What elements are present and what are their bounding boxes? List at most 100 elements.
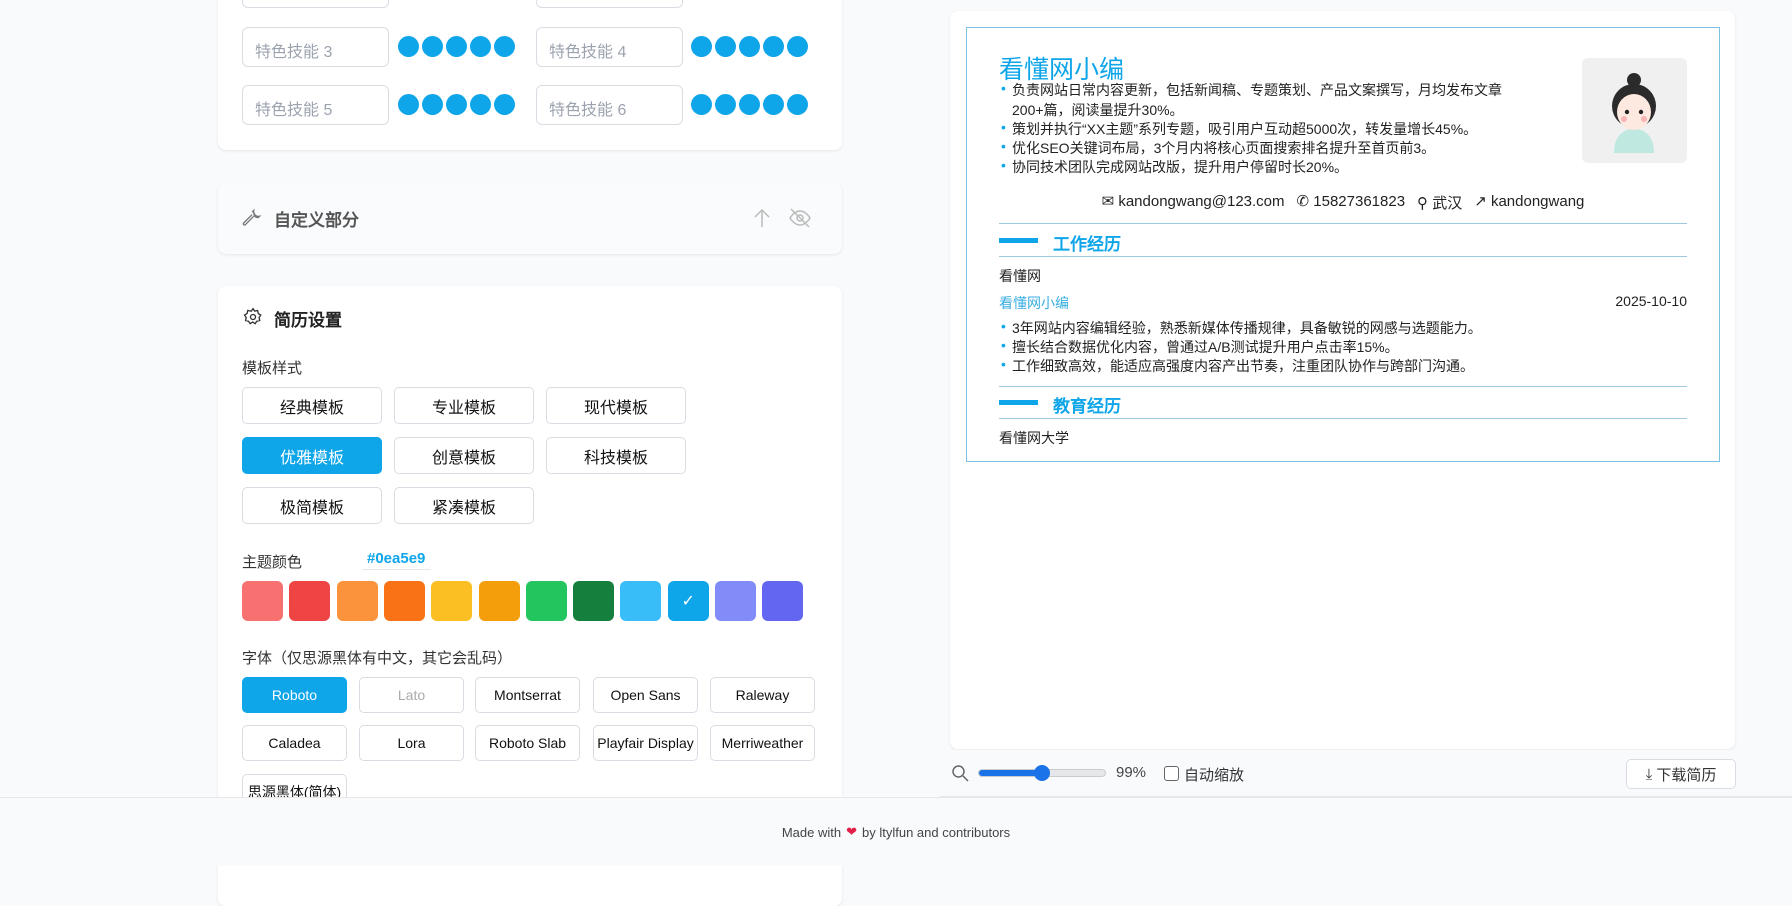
- email-text: kandongwang@123.com: [1118, 193, 1285, 210]
- template-creative[interactable]: 创意模板: [394, 437, 534, 474]
- zoom-slider[interactable]: [978, 765, 1106, 781]
- color-swatch[interactable]: [573, 581, 615, 621]
- divider: [999, 256, 1687, 257]
- heart-icon: ❤: [846, 824, 857, 839]
- template-tech[interactable]: 科技模板: [546, 437, 686, 474]
- color-swatch[interactable]: [525, 581, 567, 621]
- avatar-illustration: [1612, 73, 1656, 153]
- font-playfair-display[interactable]: Playfair Display: [593, 725, 698, 761]
- skill-input-5[interactable]: 特色技能 5: [242, 85, 389, 125]
- template-modern[interactable]: 现代模板: [546, 387, 686, 424]
- contact-location: ⚲ 武汉: [1417, 192, 1462, 213]
- download-label: 下载简历: [1656, 766, 1717, 784]
- summary-item-cont: 200+篇，阅读量提升30%。: [1012, 102, 1184, 118]
- work-section-title: 工作经历: [1053, 235, 1121, 254]
- summary-item: 负责网站日常内容更新，包括新闻稿、专题策划、产品文案撰写，月均发布文章: [1001, 80, 1502, 100]
- work-position: 看懂网小编: [999, 295, 1069, 311]
- mail-icon: ✉: [1101, 193, 1115, 210]
- font-lato[interactable]: Lato: [359, 677, 464, 713]
- section-bar: [999, 400, 1038, 405]
- education-section-title: 教育经历: [1053, 397, 1121, 416]
- skill-rating-5[interactable]: [398, 94, 515, 115]
- phone-icon: ✆: [1296, 193, 1310, 210]
- font-lora[interactable]: Lora: [359, 725, 464, 761]
- skills-card: 特色技能 3 特色技能 4 特色技能 5 特色技能 6: [218, 0, 842, 150]
- auto-zoom-checkbox[interactable]: [1164, 766, 1179, 781]
- zoom-value: 99%: [1116, 764, 1147, 781]
- work-bullet: 3年网站内容编辑经验，熟悉新媒体传播规律，具备敏锐的网感与选题能力。: [1001, 318, 1482, 338]
- zoom-icon: [952, 765, 969, 782]
- contact-email: ✉ kandongwang@123.com: [1102, 192, 1285, 213]
- phone-text: 15827361823: [1313, 193, 1406, 210]
- zoom-slider-thumb[interactable]: [1033, 765, 1050, 781]
- skill-input[interactable]: [242, 0, 389, 8]
- skill-rating-4[interactable]: [691, 36, 808, 57]
- custom-section-card[interactable]: 自定义部分: [218, 183, 842, 254]
- font-open-sans[interactable]: Open Sans: [593, 677, 698, 713]
- color-swatch[interactable]: [336, 581, 378, 621]
- footer: Made with ❤ by ltylfun and contributors: [0, 797, 1792, 866]
- color-swatch[interactable]: [289, 581, 331, 621]
- summary-item: 策划并执行“XX主题”系列专题，吸引用户互动超5000次，转发量增长45%。: [1001, 119, 1477, 139]
- work-bullet: 擅长结合数据优化内容，曾通过A/B测试提升用户点击率15%。: [1001, 337, 1399, 357]
- color-swatch[interactable]: [478, 581, 520, 621]
- eye-off-icon[interactable]: [788, 207, 812, 229]
- template-label: 模板样式: [242, 360, 303, 377]
- font-caladea[interactable]: Caladea: [242, 725, 347, 761]
- color-swatch[interactable]: [431, 581, 473, 621]
- settings-title: 简历设置: [274, 311, 342, 330]
- skill-rating-6[interactable]: [691, 94, 808, 115]
- color-swatch[interactable]: ✓: [667, 581, 709, 621]
- template-classic[interactable]: 经典模板: [242, 387, 382, 424]
- template-minimal[interactable]: 极简模板: [242, 487, 382, 524]
- template-professional[interactable]: 专业模板: [394, 387, 534, 424]
- font-montserrat[interactable]: Montserrat: [475, 677, 580, 713]
- contact-link[interactable]: ↗ kandongwang: [1474, 192, 1584, 213]
- arrow-up-icon[interactable]: [752, 207, 772, 229]
- section-bar: [999, 238, 1038, 243]
- skill-input-4[interactable]: 特色技能 4: [536, 27, 683, 67]
- skill-input-3[interactable]: 特色技能 3: [242, 27, 389, 67]
- auto-zoom-label[interactable]: 自动缩放: [1184, 764, 1244, 785]
- gear-icon: [243, 307, 262, 325]
- contact-row: ✉ kandongwang@123.com ✆ 15827361823 ⚲ 武汉…: [966, 192, 1720, 213]
- font-label: 字体（仅思源黑体有中文，其它会乱码）: [242, 650, 513, 667]
- external-link-icon: ↗: [1474, 193, 1487, 210]
- work-bullet: 工作细致高效，能适应高强度内容产出节奏，注重团队协作与跨部门沟通。: [1001, 356, 1474, 376]
- wrench-icon: [242, 208, 262, 226]
- template-compact[interactable]: 紧凑模板: [394, 487, 534, 524]
- download-button[interactable]: ⤓ 下载简历: [1626, 759, 1736, 789]
- font-raleway[interactable]: Raleway: [710, 677, 815, 713]
- divider: [999, 223, 1687, 224]
- template-elegant[interactable]: 优雅模板: [242, 437, 382, 474]
- summary-item: 协同技术团队完成网站改版，提升用户停留时长20%。: [1001, 157, 1348, 177]
- custom-section-title: 自定义部分: [274, 211, 359, 230]
- theme-color-label: 主题颜色: [242, 554, 303, 571]
- contact-phone: ✆ 15827361823: [1297, 192, 1406, 213]
- summary-item: 优化SEO关键词布局，3个月内将核心页面搜索排名提升至首页前3。: [1001, 138, 1435, 158]
- divider: [999, 418, 1687, 419]
- color-swatch[interactable]: [383, 581, 425, 621]
- color-swatch[interactable]: [762, 581, 804, 621]
- footer-prefix: Made with: [781, 824, 842, 840]
- zoom-slider-fill: [979, 770, 1041, 776]
- font-roboto[interactable]: Roboto: [242, 677, 347, 713]
- location-pin-icon: ⚲: [1417, 195, 1429, 212]
- theme-color-value[interactable]: #0ea5e9: [362, 550, 432, 570]
- work-date: 2025-10-10: [1615, 293, 1687, 309]
- location-text: 武汉: [1432, 195, 1463, 212]
- font-roboto-slab[interactable]: Roboto Slab: [475, 725, 580, 761]
- skill-rating-3[interactable]: [398, 36, 515, 57]
- font-merriweather[interactable]: Merriweather: [710, 725, 815, 761]
- link-text[interactable]: kandongwang: [1491, 193, 1584, 210]
- divider: [999, 386, 1687, 387]
- color-swatch[interactable]: [620, 581, 662, 621]
- color-swatch[interactable]: [715, 581, 756, 621]
- footer-suffix: by ltylfun and contributors: [862, 824, 1011, 840]
- color-swatch[interactable]: [242, 581, 283, 621]
- work-company: 看懂网: [999, 268, 1041, 284]
- skill-input[interactable]: [536, 0, 683, 8]
- download-icon: ⤓: [1645, 765, 1653, 783]
- skill-input-6[interactable]: 特色技能 6: [536, 85, 683, 125]
- avatar: [1582, 58, 1687, 163]
